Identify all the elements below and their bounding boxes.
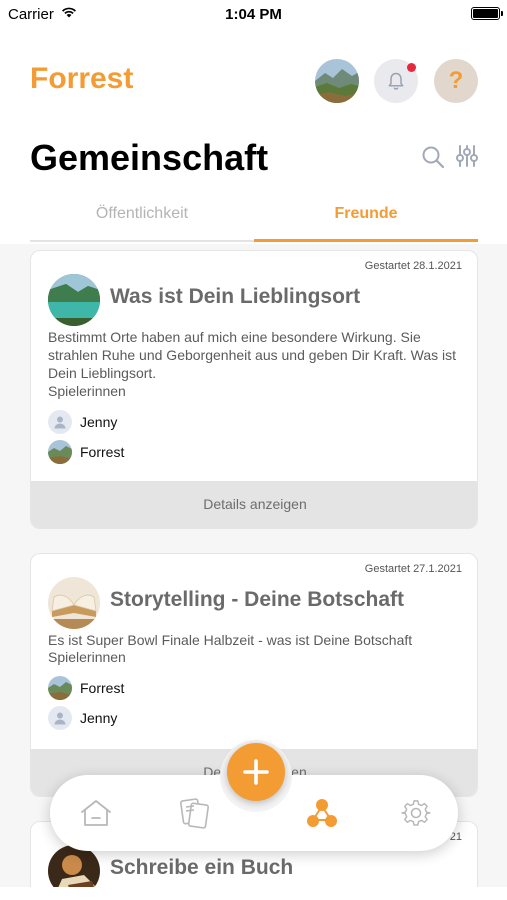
card-title: Was ist Dein Lieblingsort	[110, 285, 361, 308]
players-label: Spielerinnen	[48, 383, 126, 399]
nav-settings[interactable]	[386, 775, 446, 851]
card-description-text: Es ist Super Bowl Finale Halbzeit - was …	[48, 632, 413, 648]
add-button[interactable]	[227, 743, 285, 801]
player-item[interactable]: Forrest	[48, 676, 124, 700]
question-icon: ?	[448, 67, 464, 94]
card-thumbnail	[48, 274, 100, 326]
player-item[interactable]: Forrest	[48, 440, 124, 464]
game-card[interactable]: Gestartet 28.1.2021 Was ist Dein Lieblin…	[30, 250, 478, 529]
community-icon	[307, 799, 337, 827]
card-description-text: Bestimmt Orte haben auf mich eine besond…	[48, 329, 457, 381]
card-thumbnail	[48, 577, 100, 629]
plus-icon	[243, 759, 269, 785]
card-title: Schreibe ein Buch	[110, 856, 294, 879]
nav-cards[interactable]	[164, 775, 224, 851]
players-label: Spielerinnen	[48, 649, 126, 665]
help-button[interactable]: ?	[434, 59, 478, 103]
player-name: Jenny	[80, 414, 118, 430]
player-name: Jenny	[80, 710, 118, 726]
filter-icon[interactable]	[455, 144, 479, 168]
default-user-icon	[48, 410, 72, 434]
tab-active-indicator	[254, 239, 478, 242]
nav-home[interactable]	[66, 775, 126, 851]
status-bar: Carrier 1:04 PM	[0, 0, 507, 28]
page-title: Gemeinschaft	[30, 137, 269, 178]
settings-icon	[401, 800, 431, 826]
notifications-button[interactable]	[374, 59, 418, 103]
bell-icon	[388, 72, 404, 90]
player-name: Forrest	[80, 680, 125, 696]
battery-icon	[471, 7, 503, 20]
nav-community[interactable]	[292, 775, 352, 851]
card-thumbnail	[48, 845, 100, 887]
landscape-photo	[48, 440, 72, 464]
card-description: Bestimmt Orte haben auf mich eine besond…	[48, 328, 466, 382]
tab-bar: Öffentlichkeit Freunde	[30, 196, 478, 242]
card-start-date: Gestartet 27.1.2021	[364, 563, 462, 575]
profile-avatar[interactable]	[315, 59, 359, 103]
search-icon[interactable]	[421, 145, 445, 169]
player-item[interactable]: Jenny	[48, 410, 117, 434]
notification-dot	[407, 63, 416, 72]
status-time: 1:04 PM	[225, 6, 282, 23]
home-icon	[81, 800, 111, 826]
card-title: Storytelling - Deine Botschaft	[110, 588, 405, 611]
tab-friends[interactable]: Freunde	[254, 196, 478, 242]
landscape-photo	[48, 676, 72, 700]
card-description: Es ist Super Bowl Finale Halbzeit - was …	[48, 631, 466, 649]
landscape-photo	[315, 59, 359, 103]
cards-icon	[180, 798, 209, 829]
player-name: Forrest	[80, 444, 125, 460]
app-title: Forrest	[30, 62, 134, 95]
details-button[interactable]: Details anzeigen	[31, 481, 477, 528]
tab-public[interactable]: Öffentlichkeit	[30, 196, 254, 242]
card-start-date: Gestartet 28.1.2021	[364, 260, 462, 272]
player-item[interactable]: Jenny	[48, 706, 117, 730]
default-user-icon	[48, 706, 72, 730]
